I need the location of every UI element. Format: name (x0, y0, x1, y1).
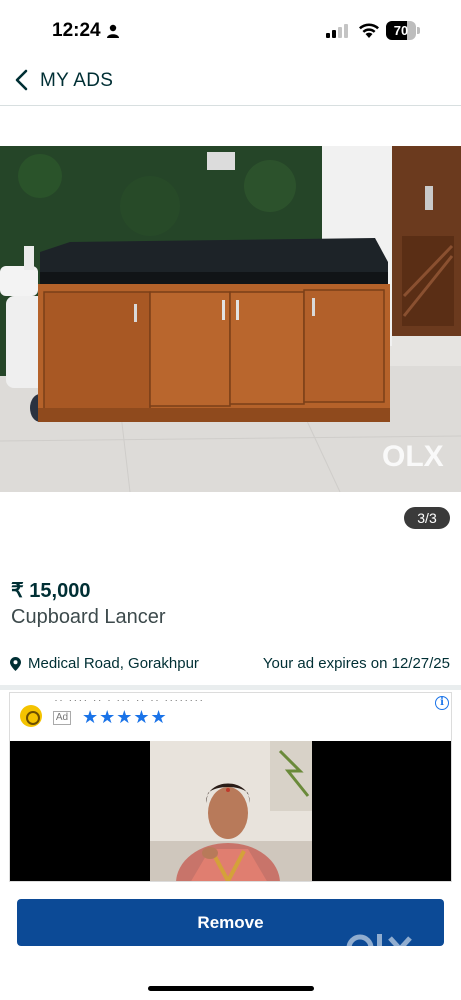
person-icon (107, 24, 119, 38)
info-icon[interactable]: i (435, 696, 449, 710)
ad-price: ₹ 15,000 (11, 580, 91, 602)
video-frame (150, 741, 312, 881)
location-text: Medical Road, Gorakhpur (28, 655, 199, 672)
ad-label: Ad (53, 711, 71, 725)
battery-icon: 70 (386, 21, 420, 40)
section-divider (0, 685, 461, 690)
home-indicator (148, 986, 314, 991)
status-time: 12:24 (52, 20, 101, 41)
chevron-left-icon (15, 69, 28, 91)
ad-expiry: Your ad expires on 12/27/25 (262, 655, 450, 672)
ad-headline: ·· ···· ·· · ··· ·· ·· ········ (54, 693, 205, 701)
battery-level: 70 (393, 23, 409, 38)
olx-watermark: OLX (382, 440, 444, 473)
ad-video[interactable] (10, 741, 451, 881)
cabinet-photo: OLX (0, 146, 461, 492)
rating-stars: ★★★★★ (82, 707, 168, 727)
ad-title: Cupboard Lancer (11, 606, 166, 628)
signal-icon (326, 24, 348, 38)
page-title: MY ADS (40, 70, 114, 91)
olx-watermark-icon (346, 934, 412, 962)
app-header: MY ADS (0, 56, 461, 106)
image-counter: 3/3 (404, 507, 450, 529)
advertiser-logo-icon (20, 705, 42, 727)
sponsored-ad[interactable]: ·· ···· ·· · ··· ·· ·· ········ Ad ★★★★★… (9, 692, 452, 882)
ad-photo[interactable]: OLX (0, 146, 461, 492)
wifi-icon (359, 23, 379, 38)
status-bar: 12:24 70 (0, 0, 461, 56)
back-button[interactable] (8, 64, 36, 96)
location-pin-icon (10, 657, 21, 671)
